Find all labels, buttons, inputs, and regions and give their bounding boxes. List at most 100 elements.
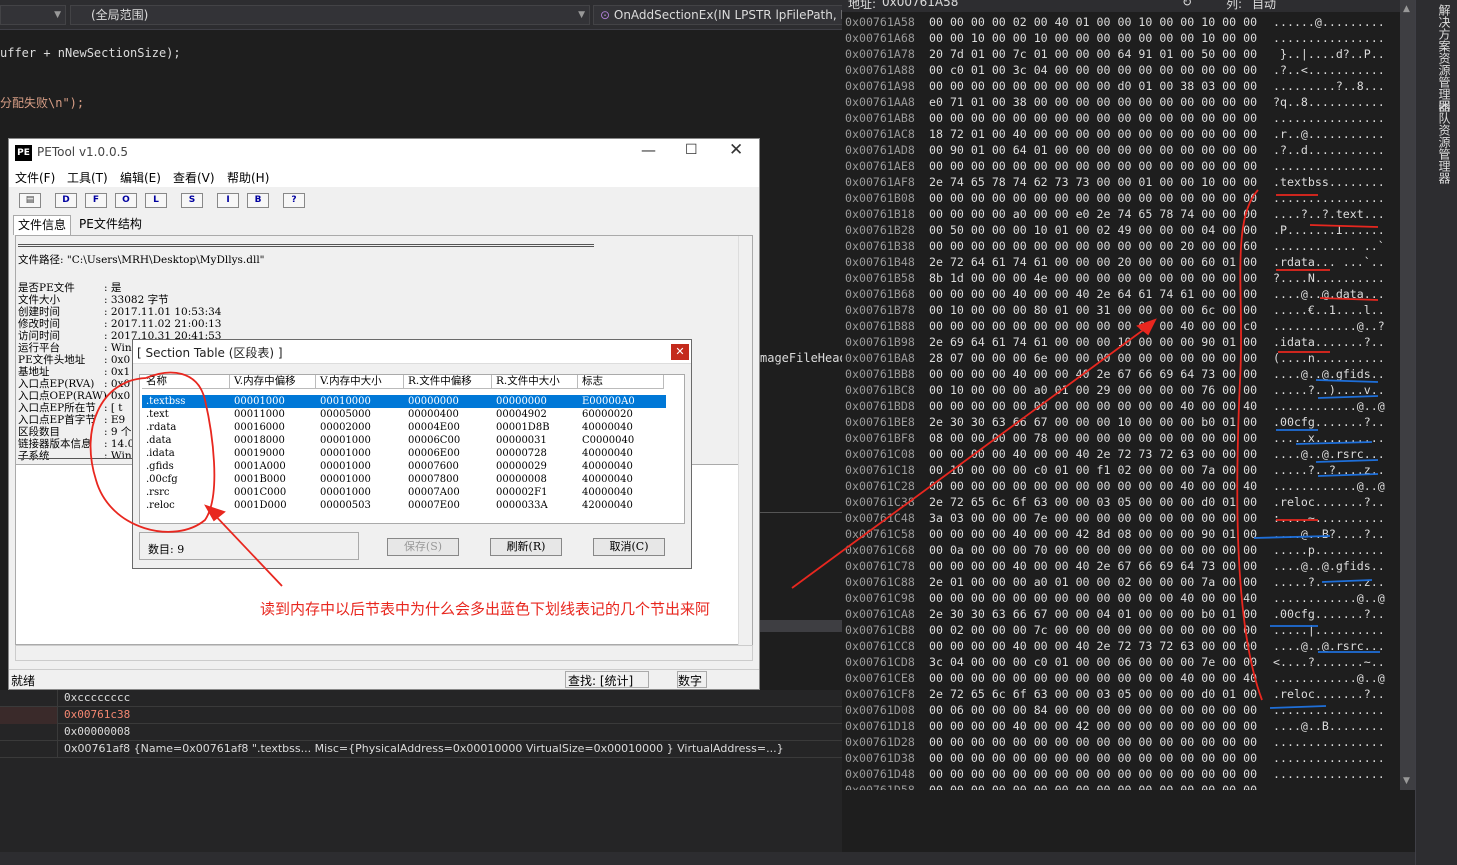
memory-row[interactable]: 0x00761B38 00 00 00 00 00 00 00 00 00 00 … bbox=[845, 238, 1385, 254]
section-list[interactable]: 名称 V.内存中偏移 V.内存中大小 R.文件中偏移 R.文件中大小 标志 .textbs… bbox=[139, 374, 685, 524]
memory-row[interactable]: 0x00761C08 00 00 00 00 40 00 00 40 2e 72 … bbox=[845, 446, 1385, 462]
menu-tools[interactable]: 工具(T) bbox=[67, 169, 108, 186]
menu-help[interactable]: 帮助(H) bbox=[227, 169, 269, 186]
column-select[interactable]: 自动 bbox=[1252, 0, 1276, 12]
horizontal-scrollbar[interactable] bbox=[15, 645, 753, 661]
memory-row[interactable]: 0x00761BA8 28 07 00 00 00 6e 00 00 00 00 … bbox=[845, 350, 1385, 366]
refresh-icon[interactable]: ↻ bbox=[1182, 0, 1192, 9]
toolbar-help-button[interactable]: ? bbox=[283, 193, 305, 208]
memory-row[interactable]: 0x00761A88 00 c0 01 00 3c 04 00 00 00 00 … bbox=[845, 62, 1385, 78]
memory-row[interactable]: 0x00761C78 00 00 00 00 40 00 00 40 2e 67 … bbox=[845, 558, 1385, 574]
section-row[interactable]: .text 00011000 00005000 00000400 00004902 600… bbox=[142, 408, 666, 421]
memory-row[interactable]: 0x00761C68 00 0a 00 00 00 70 00 00 00 00 … bbox=[845, 542, 1385, 558]
toolbar-l-button[interactable]: L bbox=[145, 193, 167, 208]
menu-view[interactable]: 查看(V) bbox=[173, 169, 215, 186]
column-header[interactable]: R.文件中大小 bbox=[492, 375, 578, 389]
memory-row[interactable]: 0x00761CB8 00 02 00 00 00 7c 00 00 00 00 … bbox=[845, 622, 1385, 638]
memory-row[interactable]: 0x00761D28 00 00 00 00 00 00 00 00 00 00 … bbox=[845, 734, 1385, 750]
memory-row[interactable]: 0x00761C28 00 00 00 00 00 00 00 00 00 00 … bbox=[845, 478, 1385, 494]
column-header[interactable]: 标志 bbox=[578, 375, 664, 389]
section-row[interactable]: .rdata 00016000 00002000 00004E00 00001D8B 40… bbox=[142, 421, 666, 434]
memory-row[interactable]: 0x00761AC8 18 72 01 00 40 00 00 00 00 00 … bbox=[845, 126, 1385, 142]
memory-row[interactable]: 0x00761AE8 00 00 00 00 00 00 00 00 00 00 … bbox=[845, 158, 1385, 174]
column-header[interactable]: V.内存中偏移 bbox=[230, 375, 316, 389]
memory-row[interactable]: 0x00761CA8 2e 30 30 63 66 67 00 00 04 01 … bbox=[845, 606, 1385, 622]
memory-row[interactable]: 0x00761AA8 e0 71 01 00 38 00 00 00 00 00 … bbox=[845, 94, 1385, 110]
tab-team-explorer[interactable]: 团队资源管理器 bbox=[1436, 100, 1453, 184]
section-row[interactable]: .data 00018000 00001000 00006C00 00000031 C00… bbox=[142, 434, 666, 447]
section-row[interactable]: .gfids 0001A000 00001000 00007600 00000029 40… bbox=[142, 460, 666, 473]
memory-row[interactable]: 0x00761AF8 2e 74 65 78 74 62 73 73 00 00 … bbox=[845, 174, 1385, 190]
memory-row[interactable]: 0x00761BE8 2e 30 30 63 66 67 00 00 00 10 … bbox=[845, 414, 1385, 430]
column-header[interactable]: V.内存中大小 bbox=[316, 375, 404, 389]
memory-row[interactable]: 0x00761D08 00 06 00 00 00 84 00 00 00 00 … bbox=[845, 702, 1385, 718]
column-header[interactable]: 名称 bbox=[142, 375, 230, 389]
memory-row[interactable]: 0x00761A78 20 7d 01 00 7c 01 00 00 00 64 … bbox=[845, 46, 1385, 62]
memory-row[interactable]: 0x00761CE8 00 00 00 00 00 00 00 00 00 00 … bbox=[845, 670, 1385, 686]
page-scrollbar[interactable] bbox=[738, 236, 752, 646]
toolbar-b-button[interactable]: B bbox=[247, 193, 269, 208]
memory-row[interactable]: 0x00761BD8 00 00 00 00 00 00 00 00 00 00 … bbox=[845, 398, 1385, 414]
save-button[interactable]: 保存(S) bbox=[387, 538, 459, 556]
memory-row[interactable]: 0x00761D38 00 00 00 00 00 00 00 00 00 00 … bbox=[845, 750, 1385, 766]
memory-row[interactable]: 0x00761BF8 08 00 00 00 00 78 00 00 00 00 … bbox=[845, 430, 1385, 446]
memory-row[interactable]: 0x00761CD8 3c 04 00 00 00 c0 01 00 00 06 … bbox=[845, 654, 1385, 670]
memory-row[interactable]: 0x00761B88 00 00 00 00 00 00 00 00 00 00 … bbox=[845, 318, 1385, 334]
tab-file-info[interactable]: 文件信息 bbox=[13, 215, 72, 235]
menu-edit[interactable]: 编辑(E) bbox=[120, 169, 161, 186]
watch-row[interactable]: 0x00761af8 {Name=0x00761af8 ".textbss...… bbox=[0, 741, 842, 758]
memory-row[interactable]: 0x00761C98 00 00 00 00 00 00 00 00 00 00 … bbox=[845, 590, 1385, 606]
section-row[interactable]: .reloc 0001D000 00000503 00007E00 0000033A 42… bbox=[142, 499, 666, 512]
scope-dropdown[interactable]: (全局范围) ▼ bbox=[70, 5, 590, 25]
close-icon[interactable]: ✕ bbox=[671, 344, 689, 360]
memory-row[interactable]: 0x00761B28 00 50 00 00 00 10 01 00 02 49 … bbox=[845, 222, 1385, 238]
maximize-icon[interactable]: ☐ bbox=[685, 142, 698, 158]
function-dropdown[interactable]: ⊙ OnAddSectionEx(IN LPSTR lpFilePath, IN bbox=[593, 5, 842, 25]
memory-row[interactable]: 0x00761C38 2e 72 65 6c 6f 63 00 00 03 05 … bbox=[845, 494, 1385, 510]
memory-row[interactable]: 0x00761D58 00 00 00 00 00 00 00 00 00 00 … bbox=[845, 782, 1385, 790]
section-row[interactable]: .idata 00019000 00001000 00006E00 00000728 40… bbox=[142, 447, 666, 460]
scroll-down-icon[interactable]: ▼ bbox=[1403, 776, 1410, 786]
memory-row[interactable]: 0x00761D48 00 00 00 00 00 00 00 00 00 00 … bbox=[845, 766, 1385, 782]
memory-row[interactable]: 0x00761B58 8b 1d 00 00 00 4e 00 00 00 00 … bbox=[845, 270, 1385, 286]
memory-row[interactable]: 0x00761C48 3a 03 00 00 00 7e 00 00 00 00 … bbox=[845, 510, 1385, 526]
address-input[interactable]: 0x00761A58 bbox=[882, 0, 1182, 9]
memory-row[interactable]: 0x00761AD8 00 90 01 00 64 01 00 00 00 00 … bbox=[845, 142, 1385, 158]
memory-row[interactable]: 0x00761BB8 00 00 00 00 40 00 00 40 2e 67 … bbox=[845, 366, 1385, 382]
refresh-button[interactable]: 刷新(R) bbox=[490, 538, 562, 556]
tab-pe-structure[interactable]: PE文件结构 bbox=[75, 215, 146, 235]
section-row[interactable]: .rsrc 0001C000 00001000 00007A00 000002F1 400… bbox=[142, 486, 666, 499]
open-folder-icon[interactable]: ▤ bbox=[19, 193, 41, 208]
menu-file[interactable]: 文件(F) bbox=[15, 169, 55, 186]
memory-row[interactable]: 0x00761C88 2e 01 00 00 00 a0 01 00 00 02 … bbox=[845, 574, 1385, 590]
watch-row[interactable]: 0x00000008 bbox=[0, 724, 842, 741]
toolbar-f-button[interactable]: F bbox=[85, 193, 107, 208]
memory-row[interactable]: 0x00761CF8 2e 72 65 6c 6f 63 00 00 03 05 … bbox=[845, 686, 1385, 702]
scroll-up-icon[interactable]: ▲ bbox=[1403, 4, 1410, 14]
memory-row[interactable]: 0x00761A68 00 00 10 00 00 10 00 00 00 00 … bbox=[845, 30, 1385, 46]
memory-row[interactable]: 0x00761BC8 00 10 00 00 00 a0 01 00 29 00 … bbox=[845, 382, 1385, 398]
memory-row[interactable]: 0x00761B48 2e 72 64 61 74 61 00 00 00 20 … bbox=[845, 254, 1385, 270]
memory-row[interactable]: 0x00761A98 00 00 00 00 00 00 00 00 00 d0 … bbox=[845, 78, 1385, 94]
memory-row[interactable]: 0x00761C58 00 00 00 00 40 00 00 42 8d 08 … bbox=[845, 526, 1385, 542]
watch-row[interactable]: 0xcccccccc bbox=[0, 690, 842, 707]
tab-solution-explorer[interactable]: 解决方案资源管理器 bbox=[1436, 4, 1453, 112]
section-row[interactable]: .00cfg 0001B000 00001000 00007800 00000008 40… bbox=[142, 473, 666, 486]
column-header[interactable]: R.文件中偏移 bbox=[404, 375, 492, 389]
project-dropdown[interactable]: ▼ bbox=[0, 5, 66, 25]
memory-row[interactable]: 0x00761B98 2e 69 64 61 74 61 00 00 00 10 … bbox=[845, 334, 1385, 350]
memory-row[interactable]: 0x00761B18 00 00 00 00 a0 00 00 e0 2e 74 … bbox=[845, 206, 1385, 222]
memory-row[interactable]: 0x00761CC8 00 00 00 00 40 00 00 40 2e 72 … bbox=[845, 638, 1385, 654]
close-icon[interactable]: ✕ bbox=[729, 140, 743, 160]
toolbar-o-button[interactable]: O bbox=[115, 193, 137, 208]
memory-row[interactable]: 0x00761B68 00 00 00 00 40 00 00 40 2e 64 … bbox=[845, 286, 1385, 302]
memory-row[interactable]: 0x00761B08 00 00 00 00 00 00 00 00 00 00 … bbox=[845, 190, 1385, 206]
memory-scrollbar[interactable]: ▲ ▼ bbox=[1400, 0, 1415, 790]
memory-row[interactable]: 0x00761A58 00 00 00 00 02 00 40 01 00 00 … bbox=[845, 14, 1385, 30]
memory-row[interactable]: 0x00761C18 00 10 00 00 00 c0 01 00 f1 02 … bbox=[845, 462, 1385, 478]
toolbar-s-button[interactable]: S bbox=[181, 193, 203, 208]
horizontal-scrollbar[interactable] bbox=[760, 620, 842, 632]
memory-row[interactable]: 0x00761B78 00 10 00 00 00 80 01 00 31 00 … bbox=[845, 302, 1385, 318]
watch-row[interactable]: 0x00761c38 bbox=[0, 707, 842, 724]
toolbar-i-button[interactable]: I bbox=[217, 193, 239, 208]
